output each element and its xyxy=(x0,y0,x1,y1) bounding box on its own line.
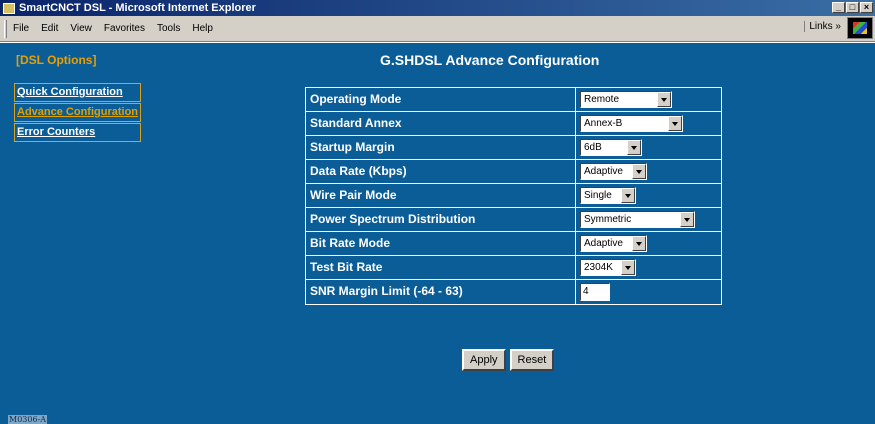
config-row-snr-margin: SNR Margin Limit (-64 - 63) 4 xyxy=(306,280,721,304)
config-row-standard-annex: Standard Annex Annex-B xyxy=(306,112,721,136)
minimize-button[interactable]: _ xyxy=(832,2,845,13)
nav-advance-configuration[interactable]: Advance Configuration xyxy=(14,103,141,122)
config-row-bit-rate-mode: Bit Rate Mode Adaptive xyxy=(306,232,721,256)
sidebar-nav: Quick Configuration Advance Configuratio… xyxy=(14,83,141,143)
sidebar-title: [DSL Options] xyxy=(16,53,97,67)
bit-rate-mode-value: Adaptive xyxy=(584,238,623,249)
menu-view[interactable]: View xyxy=(70,23,92,34)
snr-margin-label: SNR Margin Limit (-64 - 63) xyxy=(306,280,576,304)
standard-annex-select[interactable]: Annex-B xyxy=(580,115,683,132)
sidebar: [DSL Options] Quick Configuration Advanc… xyxy=(0,43,142,424)
toolbar-grip[interactable] xyxy=(4,19,7,38)
standard-annex-label: Standard Annex xyxy=(306,112,576,135)
menu-file[interactable]: File xyxy=(13,23,29,34)
links-toolbar-button[interactable]: Links » xyxy=(804,21,845,32)
windows-logo-icon xyxy=(847,17,873,39)
apply-button[interactable]: Apply xyxy=(462,349,506,371)
ie-app-icon xyxy=(3,2,15,14)
nav-quick-configuration[interactable]: Quick Configuration xyxy=(14,83,141,102)
dropdown-arrow-icon[interactable] xyxy=(621,188,635,203)
menu-help[interactable]: Help xyxy=(192,23,213,34)
menu-bar: File Edit View Favorites Tools Help Link… xyxy=(0,16,875,42)
config-row-startup-margin: Startup Margin 6dB xyxy=(306,136,721,160)
wire-pair-mode-label: Wire Pair Mode xyxy=(306,184,576,207)
menu-tools[interactable]: Tools xyxy=(157,23,180,34)
page-content: [DSL Options] Quick Configuration Advanc… xyxy=(0,43,875,424)
nav-error-counters[interactable]: Error Counters xyxy=(14,123,141,142)
wire-pair-mode-select[interactable]: Single xyxy=(580,187,636,204)
test-bit-rate-label: Test Bit Rate xyxy=(306,256,576,279)
dropdown-arrow-icon[interactable] xyxy=(621,260,635,275)
operating-mode-value: Remote xyxy=(584,94,620,105)
snr-margin-input[interactable]: 4 xyxy=(580,283,610,301)
config-row-operating-mode: Operating Mode Remote xyxy=(306,88,721,112)
dropdown-arrow-icon[interactable] xyxy=(680,212,694,227)
config-row-wire-pair-mode: Wire Pair Mode Single xyxy=(306,184,721,208)
operating-mode-select[interactable]: Remote xyxy=(580,91,672,108)
bit-rate-mode-select[interactable]: Adaptive xyxy=(580,235,647,252)
menu-favorites[interactable]: Favorites xyxy=(104,23,145,34)
test-bit-rate-value: 2304K xyxy=(584,262,613,273)
power-spectrum-label: Power Spectrum Distribution xyxy=(306,208,576,231)
power-spectrum-value: Symmetric xyxy=(584,214,632,225)
config-row-data-rate: Data Rate (Kbps) Adaptive xyxy=(306,160,721,184)
test-bit-rate-select[interactable]: 2304K xyxy=(580,259,636,276)
config-table: Operating Mode Remote Standard Annex Ann… xyxy=(305,87,722,305)
power-spectrum-select[interactable]: Symmetric xyxy=(580,211,695,228)
config-row-power-spectrum: Power Spectrum Distribution Symmetric xyxy=(306,208,721,232)
dropdown-arrow-icon[interactable] xyxy=(632,236,646,251)
data-rate-select[interactable]: Adaptive xyxy=(580,163,647,180)
data-rate-value: Adaptive xyxy=(584,166,623,177)
data-rate-label: Data Rate (Kbps) xyxy=(306,160,576,183)
window-title: SmartCNCT DSL - Microsoft Internet Explo… xyxy=(19,2,256,14)
page-title: G.SHDSL Advance Configuration xyxy=(380,52,600,68)
dropdown-arrow-icon[interactable] xyxy=(632,164,646,179)
wire-pair-mode-value: Single xyxy=(584,190,612,201)
startup-margin-value: 6dB xyxy=(584,142,602,153)
operating-mode-label: Operating Mode xyxy=(306,88,576,111)
startup-margin-label: Startup Margin xyxy=(306,136,576,159)
close-button[interactable]: × xyxy=(860,2,873,13)
maximize-button[interactable]: □ xyxy=(846,2,859,13)
dropdown-arrow-icon[interactable] xyxy=(657,92,671,107)
startup-margin-select[interactable]: 6dB xyxy=(580,139,642,156)
bit-rate-mode-label: Bit Rate Mode xyxy=(306,232,576,255)
dropdown-arrow-icon[interactable] xyxy=(627,140,641,155)
figure-id-label: M0306-A xyxy=(8,415,48,424)
menu-edit[interactable]: Edit xyxy=(41,23,58,34)
reset-button[interactable]: Reset xyxy=(509,349,555,371)
window-titlebar: SmartCNCT DSL - Microsoft Internet Explo… xyxy=(0,0,875,16)
config-row-test-bit-rate: Test Bit Rate 2304K xyxy=(306,256,721,280)
dropdown-arrow-icon[interactable] xyxy=(668,116,682,131)
standard-annex-value: Annex-B xyxy=(584,118,623,129)
window-controls: _ □ × xyxy=(832,2,873,13)
form-buttons: Apply Reset xyxy=(462,349,555,371)
